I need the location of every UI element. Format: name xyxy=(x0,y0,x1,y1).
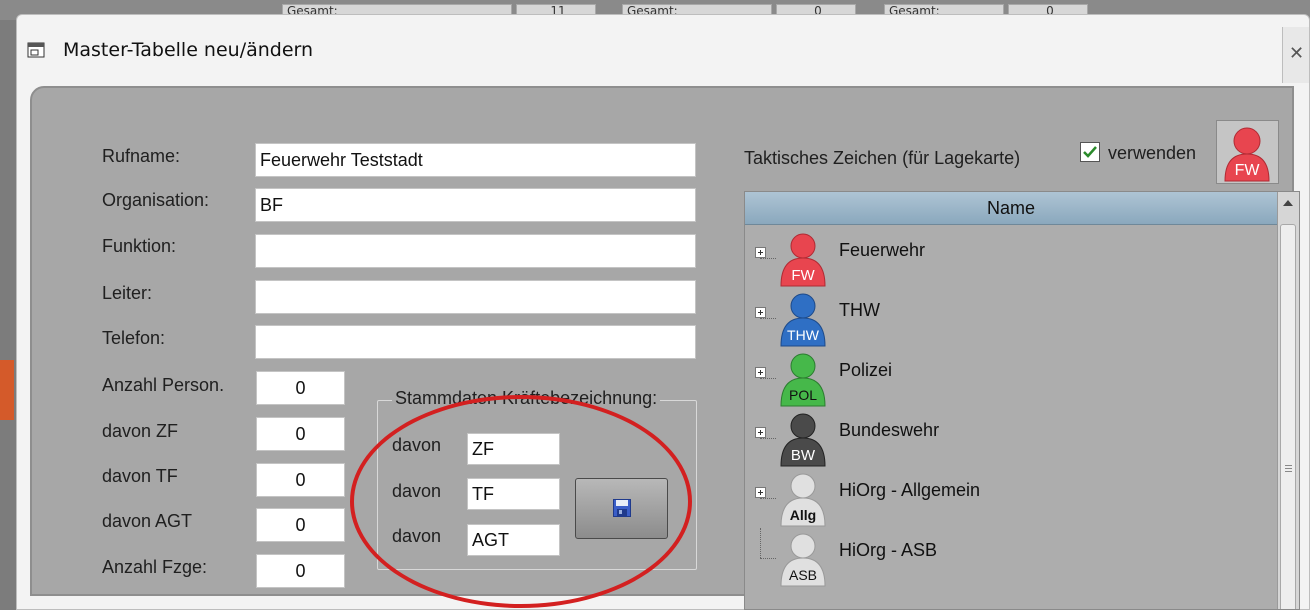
hiorg-allgemein-person-icon: Allg xyxy=(780,473,826,527)
tree-item[interactable]: Allg HiOrg - Allgemein xyxy=(745,468,1277,528)
davon-zf-label: davon ZF xyxy=(102,421,179,441)
tree-scrollbar[interactable] xyxy=(1277,192,1299,609)
tree-item-label: HiOrg - ASB xyxy=(839,540,938,560)
tactical-sign-label: Taktisches Zeichen (für Lagekarte) xyxy=(744,148,1021,168)
tree-item[interactable]: BW Bundeswehr xyxy=(745,408,1277,468)
anzahl-person-label: Anzahl Person. xyxy=(102,375,225,395)
tree-item-label: Polizei xyxy=(839,360,893,380)
close-icon: ✕ xyxy=(1289,43,1305,64)
tree-item-label: THW xyxy=(839,300,880,320)
tree-item-label: Bundeswehr xyxy=(839,420,940,440)
davon-zf-field[interactable]: 0 xyxy=(256,417,345,451)
checkmark-icon xyxy=(1083,146,1097,158)
anzahl-person-field[interactable]: 0 xyxy=(256,371,345,405)
close-button[interactable]: ✕ xyxy=(1282,27,1309,83)
anzahl-fzge-label: Anzahl Fzge: xyxy=(102,557,208,577)
organisation-field[interactable]: BF xyxy=(255,188,696,222)
tree-item-label: HiOrg - Allgemein xyxy=(839,480,981,500)
davon-agt-field[interactable]: 0 xyxy=(256,508,345,542)
tree-item[interactable]: POL Polizei xyxy=(745,348,1277,408)
dialog-titlebar[interactable]: Master-Tabelle neu/ändern xyxy=(17,15,1309,85)
anzahl-fzge-field[interactable]: 0 xyxy=(256,554,345,588)
telefon-label: Telefon: xyxy=(102,328,166,348)
polizei-person-icon: POL xyxy=(780,353,826,407)
tree-icon-text: POL xyxy=(789,387,817,403)
bundeswehr-person-icon: BW xyxy=(780,413,826,467)
tree-icon-text: THW xyxy=(787,327,820,343)
scroll-up-icon[interactable] xyxy=(1283,200,1293,206)
expand-icon[interactable] xyxy=(755,367,766,378)
highlight-ellipse xyxy=(350,395,692,608)
use-tactical-sign-label: verwenden xyxy=(1108,143,1197,163)
hiorg-asb-person-icon: ASB xyxy=(780,533,826,587)
use-tactical-sign-checkbox[interactable] xyxy=(1080,142,1100,162)
thw-person-icon: THW xyxy=(780,293,826,347)
rufname-field[interactable]: Feuerwehr Teststadt xyxy=(255,143,696,177)
leiter-label: Leiter: xyxy=(102,283,153,303)
preview-icon-text: FW xyxy=(1235,162,1261,179)
tree-icon-text: BW xyxy=(791,447,816,464)
window-icon xyxy=(27,42,45,58)
background-red-marker xyxy=(0,360,14,420)
telefon-field[interactable] xyxy=(255,325,696,359)
tree-icon-text: ASB xyxy=(789,567,817,583)
leiter-field[interactable] xyxy=(255,280,696,314)
expand-icon[interactable] xyxy=(755,307,766,318)
feuerwehr-person-icon: FW xyxy=(780,233,826,287)
davon-agt-label: davon AGT xyxy=(102,511,193,531)
funktion-field[interactable] xyxy=(255,234,696,268)
tree-item-label: Feuerwehr xyxy=(839,240,926,260)
tree-item[interactable]: FW Feuerwehr xyxy=(745,228,1277,288)
rufname-label: Rufname: xyxy=(102,146,181,166)
scroll-thumb[interactable] xyxy=(1280,224,1296,609)
tree-icon-text: FW xyxy=(791,267,815,284)
tree-item[interactable]: ASB HiOrg - ASB xyxy=(745,528,1277,588)
dialog-title: Master-Tabelle neu/ändern xyxy=(63,39,314,61)
tactical-sign-tree[interactable]: Name FW Feuerwehr THW THW POL Polizei BW… xyxy=(744,191,1300,610)
tactical-sign-preview: FW xyxy=(1216,120,1279,184)
organisation-label: Organisation: xyxy=(102,190,210,210)
tree-icon-text: Allg xyxy=(790,507,816,523)
tree-column-header-name[interactable]: Name xyxy=(745,192,1277,225)
davon-tf-field[interactable]: 0 xyxy=(256,463,345,497)
person-icon: FW xyxy=(1224,127,1270,182)
davon-tf-label: davon TF xyxy=(102,466,178,486)
tree-item[interactable]: THW THW xyxy=(745,288,1277,348)
expand-icon[interactable] xyxy=(755,247,766,258)
expand-icon[interactable] xyxy=(755,487,766,498)
expand-icon[interactable] xyxy=(755,427,766,438)
funktion-label: Funktion: xyxy=(102,236,177,256)
